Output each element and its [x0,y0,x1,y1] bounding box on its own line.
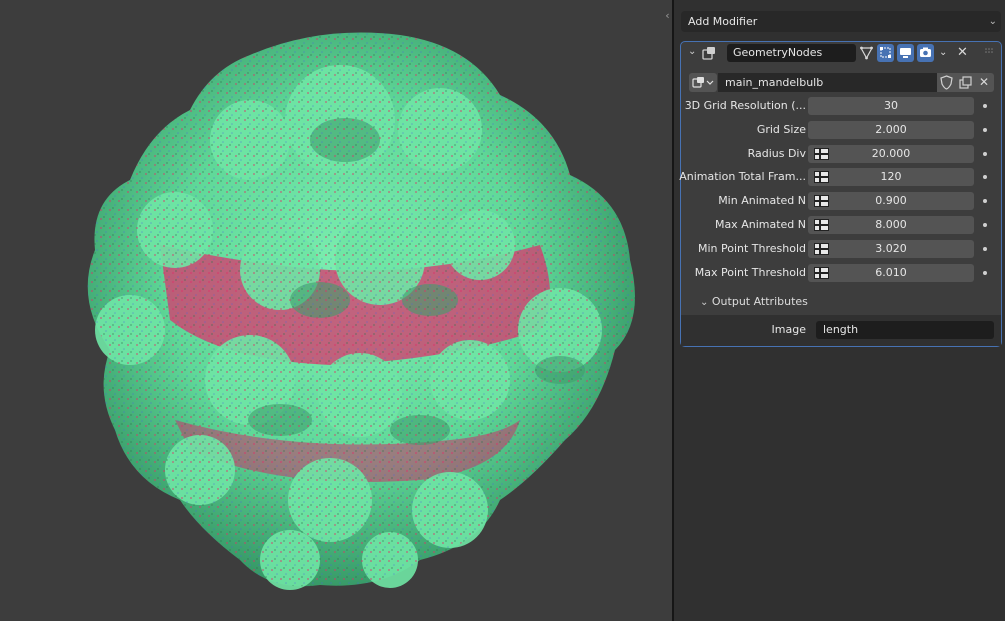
image-label: Image [771,323,806,336]
realtime-button[interactable] [897,44,914,62]
close-icon[interactable]: ✕ [957,45,968,60]
keyframe-dot[interactable] [983,104,987,108]
image-attribute-field[interactable]: length [816,321,994,339]
collapse-region-icon[interactable]: ‹ [663,9,672,23]
min-point-threshold-field[interactable]: 3.020 [808,240,974,258]
render-button[interactable] [917,44,934,62]
input-label: Min Point Threshold [697,242,806,255]
radius-div-field[interactable]: 20.000 [808,145,974,163]
duplicate-button[interactable] [956,73,975,92]
attribute-toggle-icon[interactable] [814,171,829,183]
fake-user-button[interactable] [937,73,956,92]
unlink-button[interactable]: ✕ [975,73,994,92]
attribute-toggle-icon[interactable] [814,219,829,231]
realtime-icon [900,48,911,58]
max-point-threshold-field[interactable]: 6.010 [808,264,974,282]
unlink-close-icon: ✕ [979,75,990,89]
fractal-render [87,32,635,590]
chevron-down-icon: ⌄ [700,297,709,308]
fake-user-icon [940,75,953,90]
grid-resolution-field[interactable]: 30 [808,97,974,115]
render-icon [920,47,931,57]
extra-options-chevron-icon[interactable]: ⌄ [939,47,947,58]
chevron-down-icon: ⌄ [988,16,997,27]
keyframe-dot[interactable] [983,152,987,156]
input-label: Max Point Threshold [694,266,806,279]
min-animated-n-field[interactable]: 0.900 [808,192,974,210]
input-label: Grid Size [756,123,806,136]
grid-size-field[interactable]: 2.000 [808,121,974,139]
attribute-toggle-icon[interactable] [814,243,829,255]
input-label: Animation Total Fram... [679,170,806,183]
animation-frames-field[interactable]: 120 [808,168,974,186]
vertex-triangle-icon [860,46,873,60]
input-label: Max Animated N [714,218,806,231]
node-tree-name-field[interactable]: main_mandelbulb [718,73,937,92]
edit-mode-button[interactable] [877,44,894,62]
3d-viewport[interactable] [0,0,672,621]
keyframe-dot[interactable] [983,223,987,227]
drag-grip-icon[interactable] [985,48,995,54]
modifier-geometry-icon [702,47,715,60]
panel-collapse-chevron-icon[interactable]: ⌄ [688,46,696,57]
edit-cage-button[interactable] [858,44,875,62]
output-attributes-label: Output Attributes [711,295,808,308]
input-label: Radius Div [747,147,806,160]
attribute-toggle-icon[interactable] [814,195,829,207]
add-modifier-label: Add Modifier [688,15,758,28]
keyframe-dot[interactable] [983,128,987,132]
node-tree-browse-button[interactable] [689,73,717,92]
add-modifier-dropdown[interactable]: Add Modifier ⌄ [681,11,1001,32]
max-animated-n-field[interactable]: 8.000 [808,216,974,234]
input-label: 3D Grid Resolution (... [684,99,806,112]
output-attributes-header[interactable]: ⌄ Output Attributes [700,294,808,310]
duplicate-icon [959,76,972,89]
keyframe-dot[interactable] [983,175,987,179]
keyframe-dot[interactable] [983,271,987,275]
input-label: Min Animated N [718,194,806,207]
attribute-toggle-icon[interactable] [814,267,829,279]
keyframe-dot[interactable] [983,247,987,251]
keyframe-dot[interactable] [983,199,987,203]
edit-mode-icon [880,47,891,58]
modifier-name-field[interactable]: GeometryNodes [727,44,856,62]
attribute-toggle-icon[interactable] [814,148,829,160]
node-tree-icon [692,77,714,88]
